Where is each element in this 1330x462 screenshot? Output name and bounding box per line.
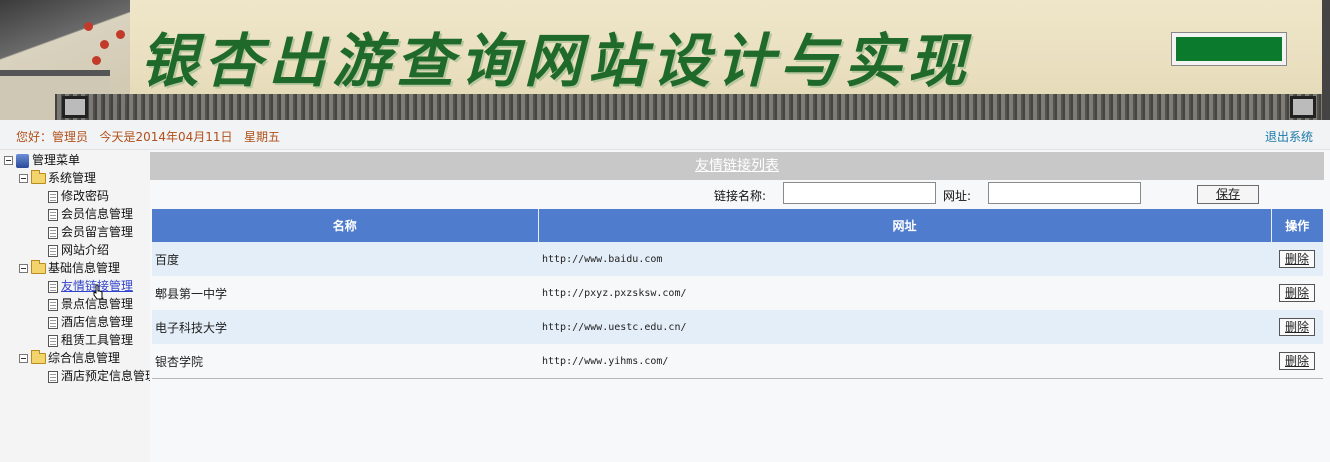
window-frame-right <box>1290 96 1316 118</box>
collapse-toggle-icon[interactable] <box>4 156 13 165</box>
collapse-toggle-icon[interactable] <box>19 264 28 273</box>
sidebar-item-friend-links[interactable]: 友情链接管理 <box>48 277 133 295</box>
hand-cursor-icon <box>93 284 103 300</box>
delete-button[interactable]: 删除 <box>1279 318 1315 336</box>
sidebar-item-change-password[interactable]: 修改密码 <box>48 187 109 205</box>
column-header-name: 名称 <box>152 209 539 242</box>
banner-green-button[interactable] <box>1172 33 1286 65</box>
tree-root[interactable]: 管理菜单 <box>4 151 80 169</box>
table-row: 郫县第一中学 http://pxyz.pxzsksw.com/ 删除 <box>152 276 1323 310</box>
document-icon <box>48 334 58 347</box>
computer-icon <box>16 153 29 168</box>
lattice-decoration <box>55 94 1325 120</box>
document-icon <box>48 280 58 293</box>
sidebar-item-rental-tools[interactable]: 租赁工具管理 <box>48 331 133 349</box>
tree-root-label: 管理菜单 <box>32 153 81 167</box>
url-input[interactable] <box>988 182 1141 204</box>
blossom-decoration <box>100 40 109 49</box>
save-button[interactable]: 保存 <box>1197 185 1259 204</box>
greeting-text: 您好：管理员 今天是2014年04月11日 星期五 <box>16 130 280 144</box>
main-content: 友情链接列表 链接名称: 网址: 保存 名称 网址 操作 百度 http://w… <box>150 150 1330 462</box>
link-name-cell: 郫县第一中学 <box>152 276 538 310</box>
tree-group-system[interactable]: 系统管理 <box>19 169 96 187</box>
document-icon <box>48 370 58 383</box>
sidebar-item-site-intro[interactable]: 网站介绍 <box>48 241 109 259</box>
document-icon <box>48 190 58 203</box>
column-header-url: 网址 <box>538 209 1272 242</box>
link-name-cell: 银杏学院 <box>152 344 538 378</box>
folder-icon <box>31 350 46 364</box>
sidebar-item-label[interactable]: 网站介绍 <box>61 243 109 257</box>
sidebar-item-label[interactable]: 酒店预定信息管理 <box>61 369 150 383</box>
document-icon <box>48 244 58 257</box>
sidebar-item-hotel-info[interactable]: 酒店信息管理 <box>48 313 133 331</box>
sidebar-item-label[interactable]: 酒店信息管理 <box>61 315 133 329</box>
status-bar: 您好：管理员 今天是2014年04月11日 星期五 退出系统 <box>0 120 1330 150</box>
document-icon <box>48 298 58 311</box>
window-frame-left <box>62 96 88 118</box>
table-row: 电子科技大学 http://www.uestc.edu.cn/ 删除 <box>152 310 1323 344</box>
action-cell: 删除 <box>1271 310 1323 344</box>
tree-group-label: 系统管理 <box>48 171 97 185</box>
link-name-cell: 百度 <box>152 242 538 276</box>
sidebar-item-label[interactable]: 会员留言管理 <box>61 225 133 239</box>
tree-group-basic-info[interactable]: 基础信息管理 <box>19 259 120 277</box>
sidebar-item-label[interactable]: 修改密码 <box>61 189 109 203</box>
link-url-cell: http://pxyz.pxzsksw.com/ <box>538 276 1271 310</box>
tree-group-label: 基础信息管理 <box>48 261 121 275</box>
table-header-row: 名称 网址 操作 <box>152 209 1323 242</box>
tree-group-label: 综合信息管理 <box>48 351 121 365</box>
delete-button[interactable]: 删除 <box>1279 284 1315 302</box>
sidebar-item-scenic-spots[interactable]: 景点信息管理 <box>48 295 133 313</box>
document-icon <box>48 208 58 221</box>
folder-icon <box>31 260 46 274</box>
document-icon <box>48 226 58 239</box>
url-label: 网址: <box>943 189 972 203</box>
link-name-label: 链接名称: <box>714 189 767 203</box>
collapse-toggle-icon[interactable] <box>19 174 28 183</box>
sidebar-tree: 管理菜单 系统管理 修改密码 会员信息管理 会员留言管理 网站介绍 基础信息管理… <box>0 150 150 462</box>
tree-group-comprehensive[interactable]: 综合信息管理 <box>19 349 120 367</box>
column-header-action: 操作 <box>1271 209 1323 242</box>
link-url-cell: http://www.uestc.edu.cn/ <box>538 310 1271 344</box>
document-icon <box>48 316 58 329</box>
right-post-decoration <box>1322 0 1330 120</box>
link-name-input[interactable] <box>783 182 936 204</box>
action-cell: 删除 <box>1271 344 1323 378</box>
blossom-decoration <box>116 30 125 39</box>
sidebar-item-label[interactable]: 租赁工具管理 <box>61 333 133 347</box>
blossom-decoration <box>92 56 101 65</box>
add-link-form: 链接名称: 网址: 保存 <box>150 180 1324 208</box>
sidebar-item-member-messages[interactable]: 会员留言管理 <box>48 223 133 241</box>
sidebar-item-label[interactable]: 会员信息管理 <box>61 207 133 221</box>
collapse-toggle-icon[interactable] <box>19 354 28 363</box>
list-caption-title[interactable]: 友情链接列表 <box>695 158 779 174</box>
table-row: 百度 http://www.baidu.com 删除 <box>152 242 1323 276</box>
sidebar-item-member-info[interactable]: 会员信息管理 <box>48 205 133 223</box>
logout-link[interactable]: 退出系统 <box>1265 128 1313 145</box>
header-banner: 银杏出游查询网站设计与实现 <box>0 0 1330 120</box>
site-title: 银杏出游查询网站设计与实现 <box>140 27 973 95</box>
link-name-cell: 电子科技大学 <box>152 310 538 344</box>
delete-button[interactable]: 删除 <box>1279 352 1315 370</box>
sidebar-item-hotel-booking[interactable]: 酒店预定信息管理 <box>48 367 150 385</box>
action-cell: 删除 <box>1271 242 1323 276</box>
links-table: 名称 网址 操作 百度 http://www.baidu.com 删除 郫县第一… <box>152 209 1323 378</box>
folder-icon <box>31 170 46 184</box>
list-caption: 友情链接列表 <box>150 152 1324 180</box>
delete-button[interactable]: 删除 <box>1279 250 1315 268</box>
link-url-cell: http://www.baidu.com <box>538 242 1271 276</box>
link-url-cell: http://www.yihms.com/ <box>538 344 1271 378</box>
blossom-decoration <box>84 22 93 31</box>
table-bottom-border <box>152 378 1323 379</box>
table-row: 银杏学院 http://www.yihms.com/ 删除 <box>152 344 1323 378</box>
action-cell: 删除 <box>1271 276 1323 310</box>
